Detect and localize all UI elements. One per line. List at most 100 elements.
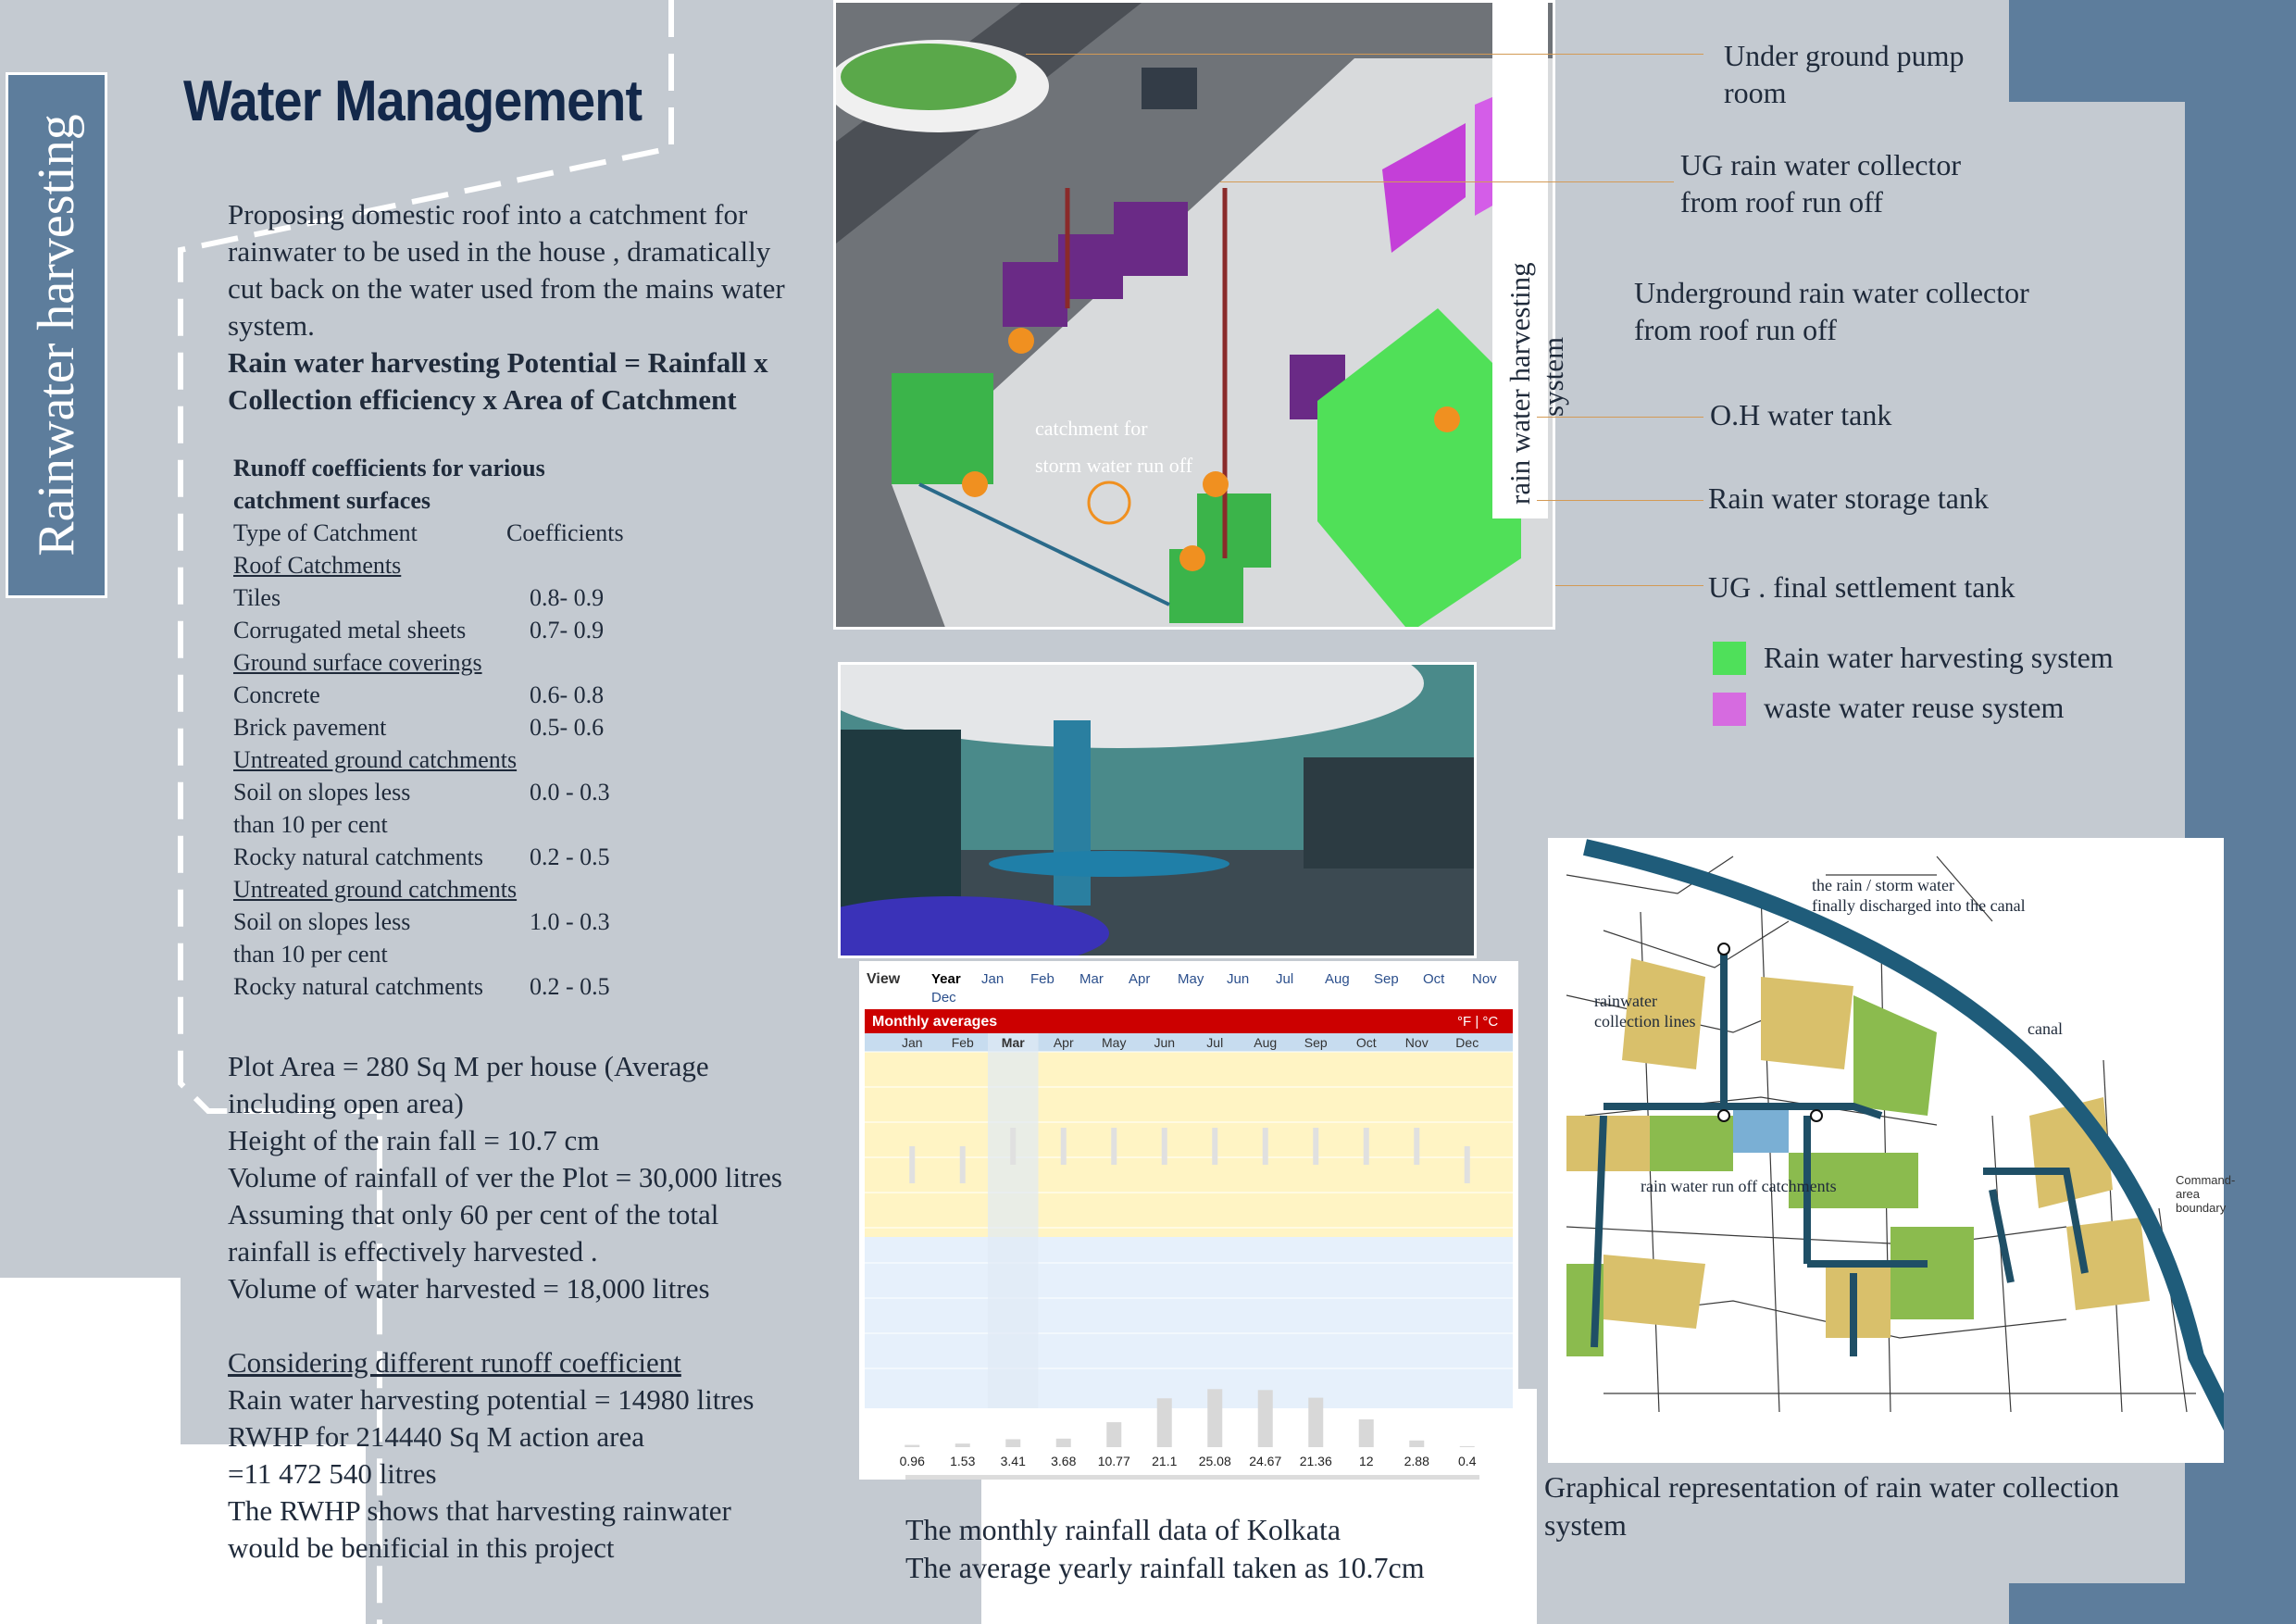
chart-nav-item[interactable]: Aug bbox=[1325, 971, 1350, 987]
chart-nav-item[interactable]: Year bbox=[931, 971, 961, 987]
map-caption-line: system bbox=[1544, 1508, 1627, 1542]
legend-label-wastewater: waste water reuse system bbox=[1764, 691, 2065, 724]
chart-nav-item[interactable]: Mar bbox=[1079, 971, 1104, 987]
map-caption-line: Graphical representation of rain water c… bbox=[1544, 1470, 2120, 1504]
runoff-item-row: Soil on slopes less 1.0 - 0.3 bbox=[233, 906, 668, 938]
chart-nav-item[interactable]: Sep bbox=[1374, 971, 1399, 987]
chart-nav-item[interactable]: Apr bbox=[1129, 971, 1150, 987]
map-note-line: collection lines bbox=[1594, 1012, 1696, 1031]
calc-line: including open area) bbox=[228, 1087, 464, 1119]
map-note-line: finally discharged into the canal bbox=[1812, 896, 2026, 915]
collection-map-graphic bbox=[1566, 839, 2241, 1435]
runoff-section-row: Untreated ground catchments bbox=[233, 743, 668, 776]
chart-range-marker bbox=[959, 1146, 966, 1183]
plaza-render-image bbox=[838, 662, 1477, 958]
intro-paragraph: Proposing domestic roof into a catchment… bbox=[228, 196, 839, 418]
chart-value-label: 21.1 bbox=[1152, 1454, 1177, 1468]
side-tab: Rainwater harvesting bbox=[6, 72, 107, 598]
calc-line: Height of the rain fall = 10.7 cm bbox=[228, 1124, 600, 1156]
runoff-value: 1.0 - 0.3 bbox=[530, 908, 610, 935]
chart-range-marker bbox=[1262, 1128, 1268, 1165]
runoff-rows: Roof Catchments Tiles 0.8- 0.9 Corrugated m… bbox=[233, 549, 668, 1003]
runoff-item-row: Tiles 0.8- 0.9 bbox=[233, 581, 668, 614]
legend-label-rainwater: Rain water harvesting system bbox=[1764, 641, 2114, 674]
chart-range-marker bbox=[1464, 1146, 1470, 1183]
label-line: from roof run off bbox=[1634, 313, 1837, 346]
chart-bar bbox=[1055, 1438, 1071, 1447]
chart-bar bbox=[1459, 1446, 1475, 1447]
runoff-label: Untreated ground catchments bbox=[233, 746, 518, 773]
chart-nav-item[interactable]: Dec bbox=[931, 990, 956, 1006]
chart-nav-item[interactable]: Jan bbox=[981, 971, 1004, 987]
chart-month-label: Mar bbox=[1002, 1035, 1025, 1050]
chart-value-label: 12 bbox=[1359, 1454, 1374, 1468]
runoff-label: than 10 per cent bbox=[233, 811, 388, 838]
page-title: Water Management bbox=[183, 69, 643, 133]
system-vertical-label: rain water harvesting system bbox=[1504, 262, 1570, 505]
runoff-label: Soil on slopes less bbox=[233, 908, 411, 935]
chart-bar bbox=[1409, 1440, 1425, 1447]
chart-nav-item[interactable]: Oct bbox=[1423, 971, 1445, 987]
chart-nav-item[interactable]: Jun bbox=[1227, 971, 1249, 987]
map-caption: Graphical representation of rain water c… bbox=[1544, 1468, 2119, 1544]
chart-range-marker bbox=[1111, 1128, 1117, 1165]
label-pump-room: Under ground pump room bbox=[1724, 37, 1965, 111]
leader-line bbox=[1537, 500, 1703, 501]
runoff-value: 0.8- 0.9 bbox=[530, 584, 605, 611]
chart-month-label: Jun bbox=[1154, 1035, 1175, 1050]
label-oh-tank: O.H water tank bbox=[1710, 398, 1892, 431]
runoff-value: 0.2 - 0.5 bbox=[530, 973, 610, 1000]
chart-month-label: Jan bbox=[902, 1035, 923, 1050]
runoff-value bbox=[511, 808, 530, 841]
runoff-value bbox=[511, 938, 530, 970]
runoff-item-row: than 10 per cent bbox=[233, 808, 668, 841]
runoff-value: 0.0 - 0.3 bbox=[530, 779, 610, 806]
chart-bar bbox=[1207, 1389, 1223, 1447]
calc-line: The RWHP shows that harvesting rainwater bbox=[228, 1494, 731, 1527]
chart-value-label: 3.41 bbox=[1001, 1454, 1026, 1468]
chart-bar bbox=[1156, 1398, 1172, 1447]
chart-range-marker bbox=[1414, 1128, 1420, 1165]
chart-bar bbox=[1257, 1390, 1273, 1447]
system-render-graphic bbox=[836, 3, 1553, 627]
chart-nav-item[interactable]: May bbox=[1178, 971, 1204, 987]
leader-line bbox=[1537, 417, 1703, 418]
formula-line: Rain water harvesting Potential = Rainfa… bbox=[228, 346, 768, 379]
chart-nav-item[interactable]: Jul bbox=[1276, 971, 1293, 987]
leader-line bbox=[1220, 181, 1674, 182]
chart-caption: The monthly rainfall data of Kolkata The… bbox=[905, 1511, 1425, 1587]
runoff-label: Roof Catchments bbox=[233, 552, 402, 579]
map-label-catchments: rain water run off catchments bbox=[1641, 1177, 1837, 1195]
chart-month-label: Apr bbox=[1054, 1035, 1074, 1050]
leader-line bbox=[1026, 54, 1703, 55]
chart-nav-item[interactable]: Feb bbox=[1030, 971, 1054, 987]
legend-swatch-green bbox=[1713, 642, 1746, 675]
calc-line: Volume of rainfall of ver the Plot = 30,… bbox=[228, 1161, 782, 1193]
chart-month-label: Aug bbox=[1254, 1035, 1277, 1050]
chart-range-marker bbox=[1060, 1128, 1067, 1165]
map-note-line: rainwater bbox=[1594, 992, 1657, 1010]
chart-range-marker bbox=[1212, 1128, 1218, 1165]
runoff-heading: catchment surfaces bbox=[233, 487, 430, 514]
map-note-line: boundary bbox=[2176, 1201, 2227, 1215]
chart-nav-item[interactable]: Nov bbox=[1472, 971, 1497, 987]
chart-month-label: Feb bbox=[952, 1035, 974, 1050]
chart-value-label: 25.08 bbox=[1199, 1454, 1231, 1468]
chart-month-label: May bbox=[1102, 1035, 1126, 1050]
vertical-label-line: system bbox=[1537, 336, 1569, 417]
runoff-label: Ground surface coverings bbox=[233, 649, 482, 676]
chart-range-marker bbox=[1010, 1128, 1017, 1165]
label-line: UG rain water collector bbox=[1680, 148, 1961, 181]
chart-month-label: Nov bbox=[1405, 1035, 1429, 1050]
map-note-line: Command-area bbox=[2176, 1173, 2236, 1201]
label-line: Under ground pump bbox=[1724, 39, 1965, 72]
runoff-item-row: than 10 per cent bbox=[233, 938, 668, 970]
chart-month-label: Sep bbox=[1304, 1035, 1328, 1050]
calc-line: Considering different runoff coefficient bbox=[228, 1346, 681, 1379]
calc-line: RWHP for 214440 Sq M action area bbox=[228, 1420, 644, 1453]
runoff-label: Brick pavement bbox=[233, 714, 387, 741]
runoff-section-row: Ground surface coverings bbox=[233, 646, 668, 679]
chart-month-label: Oct bbox=[1356, 1035, 1377, 1050]
chart-bar bbox=[1358, 1419, 1374, 1447]
calc-line: Volume of water harvested = 18,000 litre… bbox=[228, 1272, 710, 1305]
